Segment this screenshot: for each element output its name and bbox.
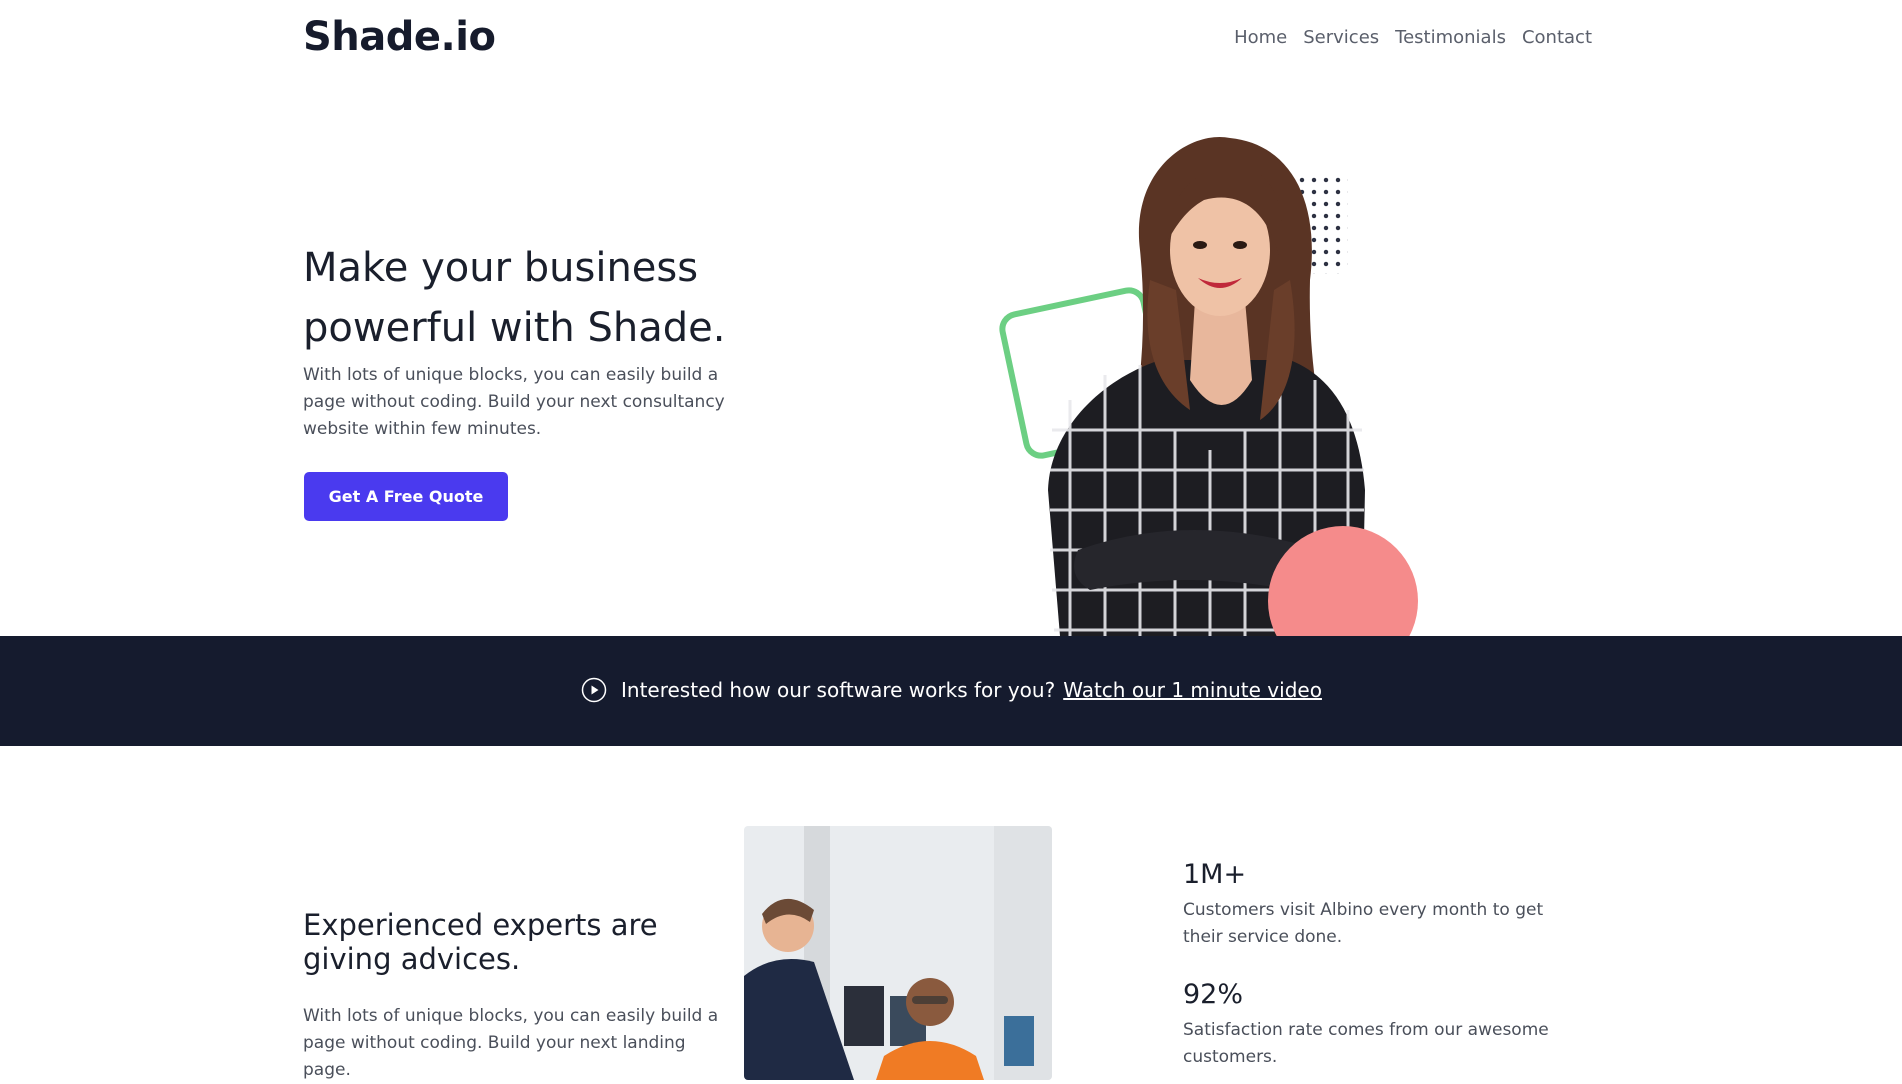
stat-satisfaction: 92% Satisfaction rate comes from our awe… bbox=[1183, 978, 1583, 1071]
nav-link-contact[interactable]: Contact bbox=[1522, 27, 1592, 48]
hero-illustration bbox=[990, 130, 1430, 636]
hero-title: Make your business powerful with Shade. bbox=[303, 245, 726, 351]
get-quote-button[interactable]: Get A Free Quote bbox=[304, 472, 508, 521]
stat-description: Customers visit Albino every month to ge… bbox=[1183, 900, 1544, 947]
video-banner: Interested how our software works for yo… bbox=[0, 636, 1902, 746]
hero-description: With lots of unique blocks, you can easi… bbox=[303, 365, 725, 439]
stat-description: Satisfaction rate comes from our awesome… bbox=[1183, 1020, 1549, 1067]
experts-description: With lots of unique blocks, you can easi… bbox=[303, 1006, 719, 1080]
experts-title: Experienced experts are giving advices. bbox=[303, 908, 658, 976]
watch-video-link[interactable]: Watch our 1 minute video bbox=[1063, 678, 1322, 702]
nav-link-services[interactable]: Services bbox=[1303, 27, 1379, 48]
nav-link-home[interactable]: Home bbox=[1234, 27, 1287, 48]
stat-customers: 1M+ Customers visit Albino every month t… bbox=[1183, 858, 1583, 951]
stat-value: 1M+ bbox=[1183, 859, 1247, 890]
video-banner-content: Interested how our software works for yo… bbox=[581, 677, 1322, 703]
nav-link-testimonials[interactable]: Testimonials bbox=[1395, 27, 1506, 48]
site-header: Shade.io Home Services Testimonials Cont… bbox=[0, 0, 1902, 76]
office-meeting-image bbox=[744, 826, 1052, 1080]
play-circle-icon[interactable] bbox=[581, 677, 607, 703]
main-nav: Home Services Testimonials Contact bbox=[1234, 27, 1592, 48]
video-banner-text: Interested how our software works for yo… bbox=[621, 678, 1056, 702]
site-logo[interactable]: Shade.io bbox=[303, 14, 496, 60]
stat-value: 92% bbox=[1183, 979, 1244, 1010]
